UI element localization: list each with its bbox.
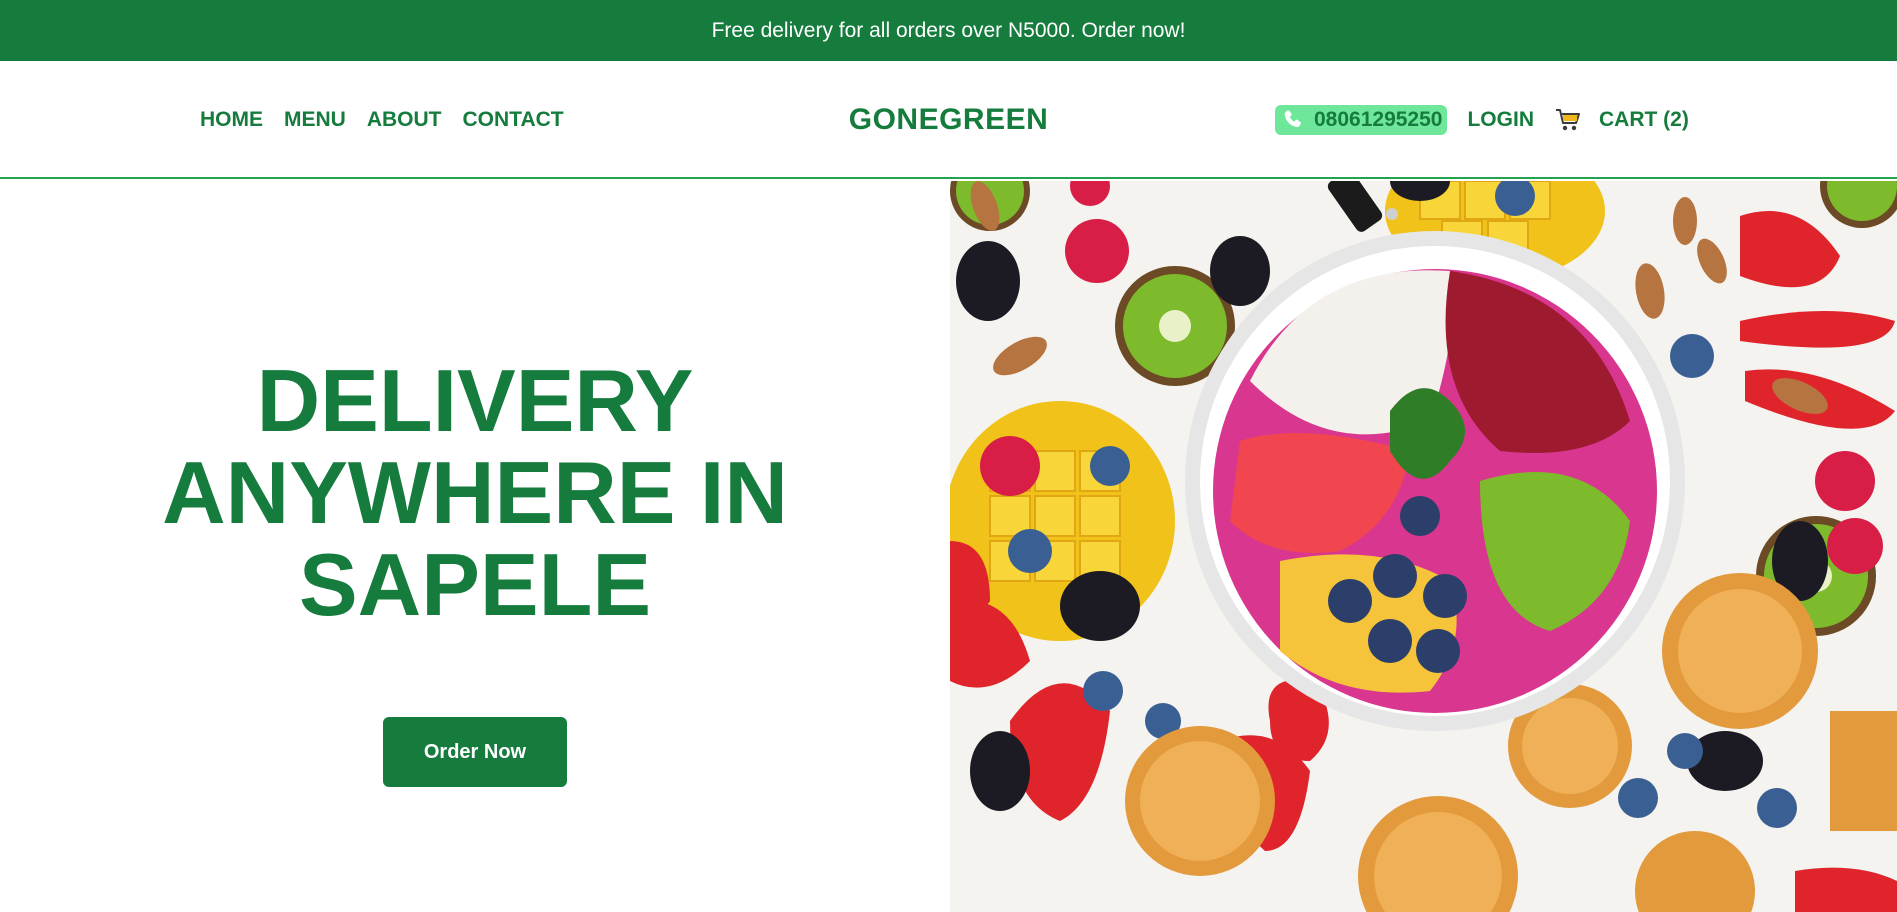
phone-button[interactable]: 08061295250 [1275,105,1448,135]
cart-label: CART (2) [1598,108,1689,131]
hero-fruit-bowl-image [950,181,1897,912]
nav-menu-link[interactable]: MENU [284,108,346,132]
smoothie-bowl [1185,231,1685,731]
cart-link[interactable]: CART (2) [1554,106,1689,134]
nav-actions: 08061295250 LOGIN CART (2) [1275,61,1689,179]
announcement-text: Free delivery for all orders over N5000.… [711,18,1186,42]
order-now-button[interactable]: Order Now [383,717,567,787]
nav-contact-link[interactable]: CONTACT [463,108,564,132]
phone-icon [1280,108,1306,132]
main-nav: HOME MENU ABOUT CONTACT [200,61,564,179]
login-link[interactable]: LOGIN [1467,108,1534,132]
hero-headline: DELIVERY ANYWHERE IN SAPELE [0,355,950,631]
announcement-bar: Free delivery for all orders over N5000.… [0,0,1897,61]
nav-about-link[interactable]: ABOUT [367,108,442,132]
phone-number: 08061295250 [1314,108,1443,131]
headline-line-2: ANYWHERE IN [162,443,788,542]
shopping-cart-icon [1554,106,1582,134]
navbar: HOME MENU ABOUT CONTACT GONEGREEN 080612… [0,61,1897,179]
fruit-bowl-photo [950,181,1897,912]
hero-text-panel: DELIVERY ANYWHERE IN SAPELE Order Now [0,181,950,912]
headline-line-1: DELIVERY [256,351,694,450]
nav-home-link[interactable]: HOME [200,108,263,132]
brand-name[interactable]: GONEGREEN [849,103,1049,137]
headline-line-3: SAPELE [298,535,652,634]
